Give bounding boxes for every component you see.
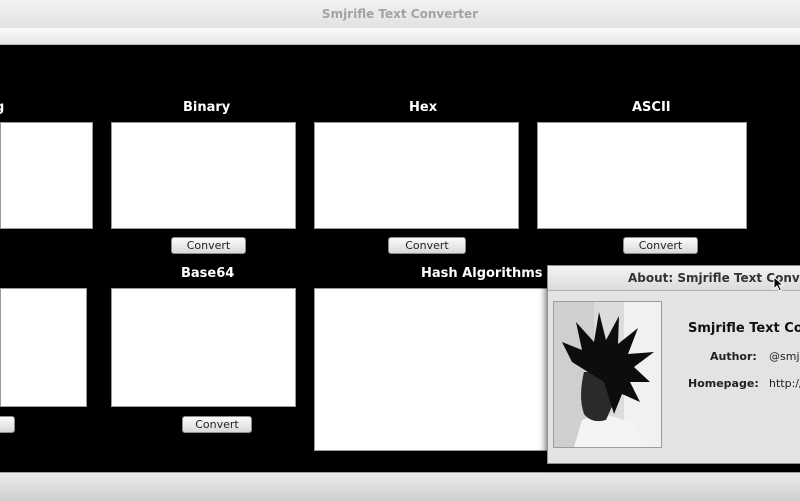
hex-label: Hex xyxy=(409,100,438,115)
author-photo-image xyxy=(554,302,661,447)
author-value: @smjr xyxy=(769,350,800,363)
hash-algorithms-label: Hash Algorithms xyxy=(421,266,543,281)
author-label: Author: xyxy=(710,350,757,363)
plain-text-label: g xyxy=(0,100,4,115)
base64-convert-button[interactable]: Convert xyxy=(182,416,252,433)
mouse-cursor-icon xyxy=(773,276,785,292)
base64-text-area[interactable] xyxy=(111,288,296,407)
hash-text-area[interactable] xyxy=(314,288,554,451)
ascii-convert-button[interactable]: Convert xyxy=(623,237,698,254)
about-app-name: Smjrifle Text Co xyxy=(688,321,800,336)
base64-label: Base64 xyxy=(181,266,235,281)
plain-text-area[interactable] xyxy=(0,122,93,229)
binary-text-area[interactable] xyxy=(111,122,296,229)
about-dialog-title: About: Smjrifle Text Converter xyxy=(548,266,800,291)
homepage-value[interactable]: http:// xyxy=(769,377,800,390)
ascii-label: ASCII xyxy=(632,100,671,115)
binary-label: Binary xyxy=(183,100,231,115)
toolbar-strip xyxy=(0,28,800,45)
about-dialog: About: Smjrifle Text Converter Smjrifle … xyxy=(547,265,800,464)
ascii-text-area[interactable] xyxy=(537,122,747,229)
status-bar xyxy=(0,472,800,501)
window-title: Smjrifle Text Converter xyxy=(321,7,479,21)
window-titlebar: Smjrifle Text Converter xyxy=(0,0,800,29)
author-photo xyxy=(553,301,662,448)
homepage-label: Homepage: xyxy=(688,377,759,390)
binary-convert-button[interactable]: Convert xyxy=(171,237,246,254)
hex-text-area[interactable] xyxy=(314,122,519,229)
row2-left-text-area[interactable] xyxy=(0,288,87,407)
row2-left-convert-button[interactable] xyxy=(0,416,15,433)
hex-convert-button[interactable]: Convert xyxy=(388,237,466,254)
